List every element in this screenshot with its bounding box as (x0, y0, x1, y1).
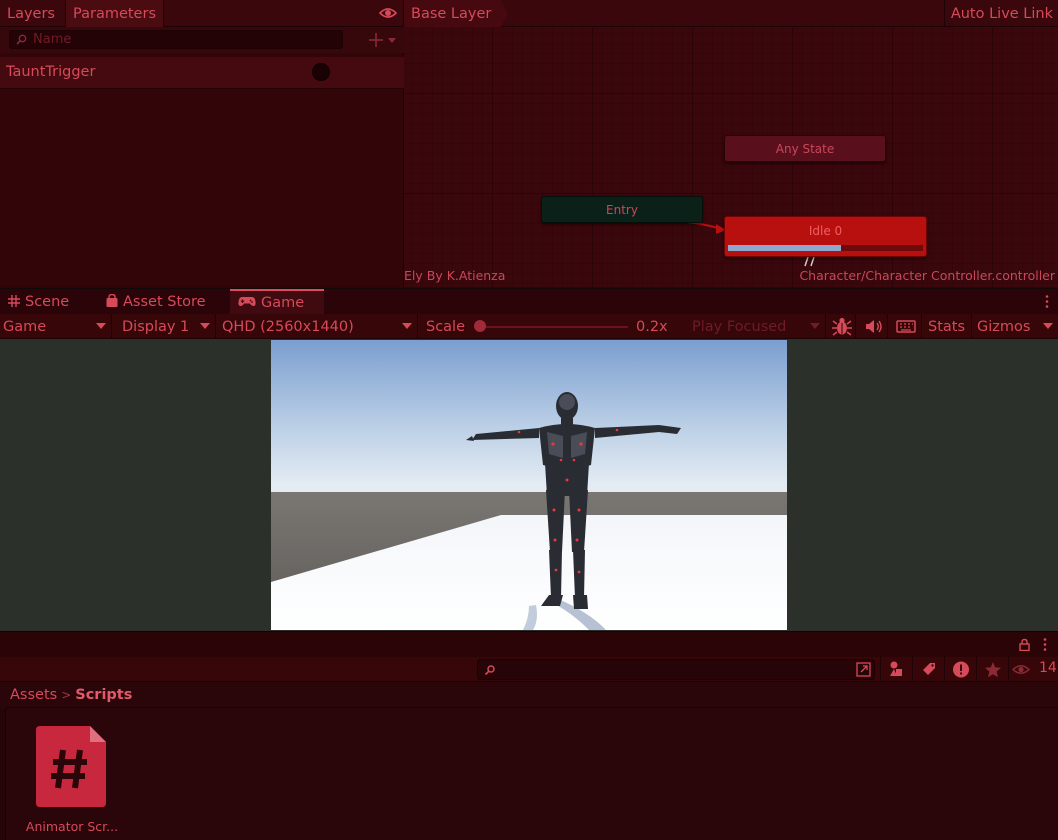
parameter-search-input[interactable] (33, 31, 333, 48)
lock-icon[interactable] (1019, 638, 1030, 651)
shapes-icon (890, 661, 902, 676)
idle-state-node[interactable]: Idle 0 (724, 216, 927, 257)
search-icon (16, 34, 27, 45)
chevron-down-icon (96, 323, 106, 329)
add-parameter-button[interactable] (366, 30, 400, 50)
tab-scene[interactable]: Scene (0, 289, 96, 315)
bug-icon (832, 317, 852, 336)
shopping-bag-icon (106, 294, 118, 307)
parameter-search-row (0, 27, 404, 53)
graph-footer-author: Ely By K.Atienza (404, 268, 506, 283)
idle-progress-fill (728, 245, 842, 251)
chevron-down-icon (200, 323, 210, 329)
graph-footer-controller-path: Character/Character Controller.controlle… (799, 268, 1055, 283)
speaker-icon (866, 320, 882, 333)
resolution-value: QHD (2560x1440) (222, 319, 354, 335)
idle-state-label: Idle 0 (808, 224, 843, 238)
audio-toggle[interactable] (858, 314, 888, 339)
hidden-packages-toggle[interactable]: 14 (1008, 657, 1058, 682)
gamepad-icon (238, 297, 256, 307)
parameter-name: TauntTrigger (6, 64, 96, 80)
entry-node[interactable]: Entry (541, 196, 703, 223)
grid-icon (8, 294, 20, 307)
gizmos-dropdown[interactable]: Gizmos (974, 314, 1058, 339)
favorites-button[interactable] (976, 657, 1008, 682)
breadcrumb-assets[interactable]: Assets (6, 687, 57, 703)
scale-label: Scale (426, 319, 466, 335)
animator-tabbar: Layers Parameters (0, 0, 403, 27)
play-focused-dropdown[interactable]: Play Focused (684, 314, 826, 339)
search-icon (484, 665, 495, 676)
tab-game[interactable]: Game (230, 289, 324, 315)
idle-progress-bar (728, 245, 923, 251)
scale-value: 0.2x (636, 319, 668, 335)
view-mode-dropdown[interactable]: Game (0, 314, 112, 339)
hidden-packages-count: 14 (1039, 660, 1057, 676)
eye-icon (1011, 665, 1031, 674)
csharp-script-icon (36, 726, 106, 807)
resolution-dropdown[interactable]: QHD (2560x1440) (218, 314, 418, 339)
project-browser: Assets > Scripts Animator Scr... (0, 682, 1058, 840)
tab-game-label: Game (261, 295, 305, 311)
more-options-icon[interactable] (1042, 637, 1048, 652)
stats-button[interactable]: Stats (924, 314, 972, 339)
tag-icon (923, 663, 935, 675)
keyboard-icon (896, 320, 916, 333)
tab-asset-store-label: Asset Store (123, 294, 206, 310)
animator-window: Layers Parameters TauntTrigger (0, 0, 1058, 287)
keyboard-toggle[interactable] (890, 314, 922, 339)
view-tabbar: Scene Asset Store Game (0, 288, 1058, 315)
parameter-row[interactable]: TauntTrigger (0, 57, 404, 89)
tab-scene-label: Scene (25, 294, 70, 310)
any-state-node[interactable]: Any State (724, 135, 886, 162)
gizmos-label: Gizmos (977, 319, 1031, 335)
project-toolbar: 14 (0, 657, 1058, 682)
chevron-down-icon (402, 323, 412, 329)
bug-toggle[interactable] (828, 314, 856, 339)
project-search-input[interactable] (502, 661, 832, 678)
tab-parameters[interactable]: Parameters (65, 0, 164, 27)
chevron-right-icon: > (61, 688, 72, 702)
parameter-search-field[interactable] (9, 30, 343, 49)
game-render-viewport[interactable] (271, 340, 787, 630)
tab-layers[interactable]: Layers (0, 0, 62, 27)
game-toolbar: Game Display 1 QHD (2560x1440) Scale 0.2… (0, 314, 1058, 339)
search-by-type-button[interactable] (880, 657, 912, 682)
eye-icon[interactable] (379, 6, 397, 20)
more-options-icon[interactable] (1044, 294, 1050, 309)
view-mode-value: Game (3, 319, 47, 335)
project-tabbar (0, 631, 1058, 657)
star-icon (985, 662, 1001, 678)
asset-item-label: Animator Scr... (25, 819, 119, 834)
project-search-field[interactable] (477, 659, 875, 680)
game-view[interactable] (0, 339, 1058, 631)
display-dropdown[interactable]: Display 1 (114, 314, 216, 339)
chevron-down-icon (810, 323, 820, 329)
open-search-window-icon[interactable] (856, 662, 871, 677)
tab-asset-store[interactable]: Asset Store (98, 289, 230, 315)
chevron-down-icon (1043, 323, 1053, 329)
scale-slider-track[interactable] (480, 326, 628, 328)
display-value: Display 1 (122, 319, 190, 335)
project-breadcrumb: Assets > Scripts (6, 682, 1058, 708)
breadcrumb-scripts[interactable]: Scripts (75, 687, 132, 703)
trigger-toggle[interactable] (312, 63, 330, 81)
search-by-label-button[interactable] (912, 657, 944, 682)
game-render-image (271, 340, 787, 630)
search-errors-button[interactable] (944, 657, 976, 682)
animator-parameters-panel: Layers Parameters TauntTrigger (0, 0, 404, 287)
animator-graph[interactable]: Base Layer Auto Live Link Any State Entr… (404, 0, 1058, 287)
folder-tree-splitter[interactable] (0, 709, 6, 840)
scale-slider-handle[interactable] (474, 320, 486, 332)
play-focused-label: Play Focused (692, 319, 787, 335)
scale-control: Scale 0.2x (420, 314, 682, 339)
warning-icon (953, 661, 969, 678)
